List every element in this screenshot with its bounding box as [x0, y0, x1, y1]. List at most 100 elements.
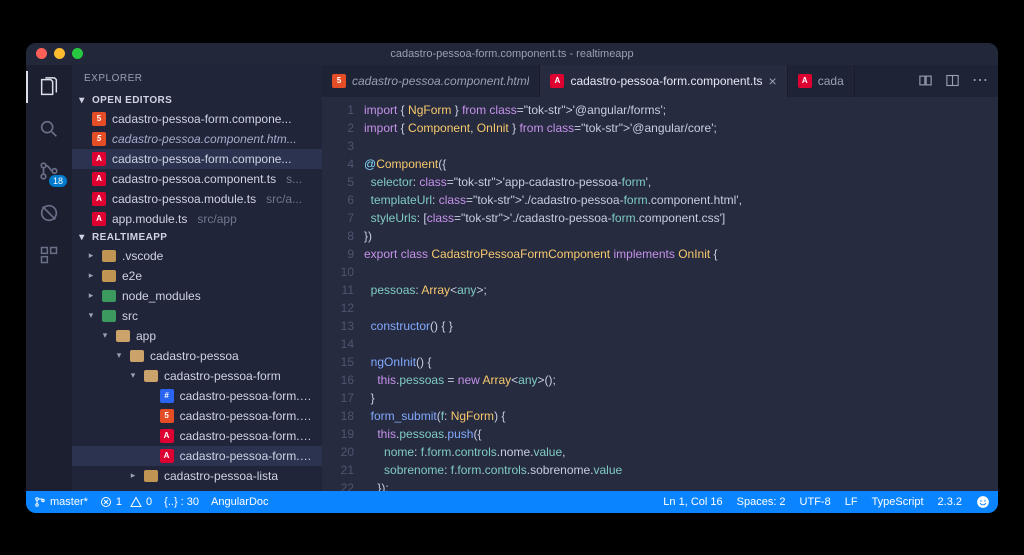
file-label: cadastro-pessoa.component.htm...: [112, 132, 297, 146]
folder-icon: [102, 250, 116, 262]
tab-actions: ⋯: [908, 65, 998, 97]
tree-item[interactable]: # cadastro-pessoa-form.co...: [72, 386, 322, 406]
tree-item[interactable]: ▾ cadastro-pessoa-form: [72, 366, 322, 386]
folder-icon: [102, 270, 116, 282]
window-controls: [36, 48, 83, 59]
tree-item[interactable]: A cadastro-pessoa-form.co...: [72, 446, 322, 466]
tree-item-label: cadastro-pessoa-form.co...: [180, 449, 316, 463]
tree-item[interactable]: ▸ cadastro-pessoa-lista: [72, 466, 322, 486]
tree-item-label: cadastro-pessoa-form.co...: [180, 389, 316, 403]
split-editor-icon[interactable]: [945, 73, 960, 88]
activity-bar: 18: [26, 65, 72, 491]
vscode-window: cadastro-pessoa-form.component.ts - real…: [26, 43, 998, 513]
tree-item[interactable]: ▸ e2e: [72, 266, 322, 286]
file-path-suffix: s...: [286, 172, 302, 186]
scm-icon[interactable]: 18: [37, 159, 61, 183]
title-bar: cadastro-pessoa-form.component.ts - real…: [26, 43, 998, 65]
status-bar: master* 1 0 {..} : 30 AngularDoc Ln 1, C…: [26, 491, 998, 513]
chevron-icon: ▸: [86, 290, 96, 301]
angulardoc-item[interactable]: AngularDoc: [211, 496, 268, 508]
extensions-icon[interactable]: [37, 243, 61, 267]
tree-item[interactable]: 5 cadastro-pessoa-form.co...: [72, 406, 322, 426]
editor-tab[interactable]: Acada: [788, 65, 855, 97]
version-item[interactable]: 2.3.2: [938, 496, 962, 508]
sidebar-title: EXPLORER: [72, 65, 322, 92]
code-editor[interactable]: 123456789101112131415161718192021222324 …: [322, 97, 998, 491]
file-path-suffix: src/app: [197, 212, 236, 226]
compare-icon[interactable]: [918, 73, 933, 88]
chevron-icon: ▾: [114, 350, 124, 361]
file-label: cadastro-pessoa.module.ts: [112, 192, 256, 206]
folder-icon: [130, 350, 144, 362]
file-label: app.module.ts: [112, 212, 187, 226]
indentation-item[interactable]: Spaces: 2: [737, 496, 786, 508]
close-window-button[interactable]: [36, 48, 47, 59]
tab-label: cada: [818, 74, 844, 88]
chevron-icon: ▸: [86, 270, 96, 281]
tree-item[interactable]: ▾ src: [72, 306, 322, 326]
open-editor-item[interactable]: A cadastro-pessoa-form.compone...: [72, 149, 322, 169]
zoom-window-button[interactable]: [72, 48, 83, 59]
folder-icon: [116, 330, 130, 342]
encoding-item[interactable]: UTF-8: [800, 496, 831, 508]
tree-item-label: app: [136, 329, 156, 343]
cursor-position-item[interactable]: Ln 1, Col 16: [663, 496, 722, 508]
ang-file-icon: A: [92, 172, 106, 186]
html-file-icon: 5: [92, 132, 106, 146]
minimize-window-button[interactable]: [54, 48, 65, 59]
css-file-icon: #: [160, 389, 174, 403]
problems-item[interactable]: 1 0: [100, 496, 152, 508]
search-icon[interactable]: [37, 117, 61, 141]
tree-item-label: e2e: [122, 269, 142, 283]
chevron-icon: ▸: [128, 470, 138, 481]
open-editor-item[interactable]: A cadastro-pessoa.component.ts s...: [72, 169, 322, 189]
open-editors-header[interactable]: ▾ OPEN EDITORS: [72, 92, 322, 109]
ang-file-icon: A: [798, 74, 812, 88]
scm-badge: 18: [49, 175, 67, 187]
tree-item-label: .vscode: [122, 249, 163, 263]
file-label: cadastro-pessoa-form.compone...: [112, 112, 291, 126]
brackets-item[interactable]: {..} : 30: [164, 496, 199, 508]
ang-file-icon: A: [550, 74, 564, 88]
html-file-icon: 5: [160, 409, 174, 423]
ang-file-icon: A: [92, 152, 106, 166]
ang-file-icon: A: [92, 212, 106, 226]
chevron-icon: ▸: [86, 250, 96, 261]
tree-item[interactable]: A cadastro-pessoa-form.co...: [72, 426, 322, 446]
ang-file-icon: A: [160, 429, 174, 443]
folder-icon: [102, 310, 116, 322]
tree-item[interactable]: ▾ app: [72, 326, 322, 346]
tree-item[interactable]: ▾ cadastro-pessoa: [72, 346, 322, 366]
file-path-suffix: src/a...: [266, 192, 302, 206]
open-editor-item[interactable]: A app.module.ts src/app: [72, 209, 322, 229]
project-header[interactable]: ▾ REALTIMEAPP: [72, 229, 322, 246]
more-actions-icon[interactable]: ⋯: [972, 73, 988, 89]
git-branch-item[interactable]: master*: [34, 496, 88, 508]
tree-item[interactable]: ▸ node_modules: [72, 286, 322, 306]
ang-file-icon: A: [160, 449, 174, 463]
eol-item[interactable]: LF: [845, 496, 858, 508]
editor-tab[interactable]: 5cadastro-pessoa.component.html: [322, 65, 540, 97]
tree-item-label: node_modules: [122, 289, 201, 303]
chevron-icon: ▾: [128, 370, 138, 381]
chevron-icon: ▾: [100, 330, 110, 341]
tree-item-label: src: [122, 309, 138, 323]
explorer-icon[interactable]: [37, 75, 61, 99]
folder-icon: [102, 290, 116, 302]
open-editor-item[interactable]: 5 cadastro-pessoa.component.htm...: [72, 129, 322, 149]
chevron-down-icon: ▾: [76, 95, 88, 106]
tree-item-label: cadastro-pessoa: [150, 349, 239, 363]
tab-bar: 5cadastro-pessoa.component.htmlAcadastro…: [322, 65, 998, 97]
debug-icon[interactable]: [37, 201, 61, 225]
open-editor-item[interactable]: 5 cadastro-pessoa-form.compone...: [72, 109, 322, 129]
editor-tab[interactable]: Acadastro-pessoa-form.component.ts×: [540, 65, 787, 97]
tab-label: cadastro-pessoa.component.html: [352, 74, 529, 88]
tree-item[interactable]: ▸ .vscode: [72, 246, 322, 266]
open-editor-item[interactable]: A cadastro-pessoa.module.ts src/a...: [72, 189, 322, 209]
tree-item-label: cadastro-pessoa-form.co...: [180, 409, 316, 423]
close-tab-icon[interactable]: ×: [769, 73, 777, 89]
file-label: cadastro-pessoa-form.compone...: [112, 152, 291, 166]
language-item[interactable]: TypeScript: [872, 496, 924, 508]
feedback-icon[interactable]: [976, 495, 990, 509]
ang-file-icon: A: [92, 192, 106, 206]
